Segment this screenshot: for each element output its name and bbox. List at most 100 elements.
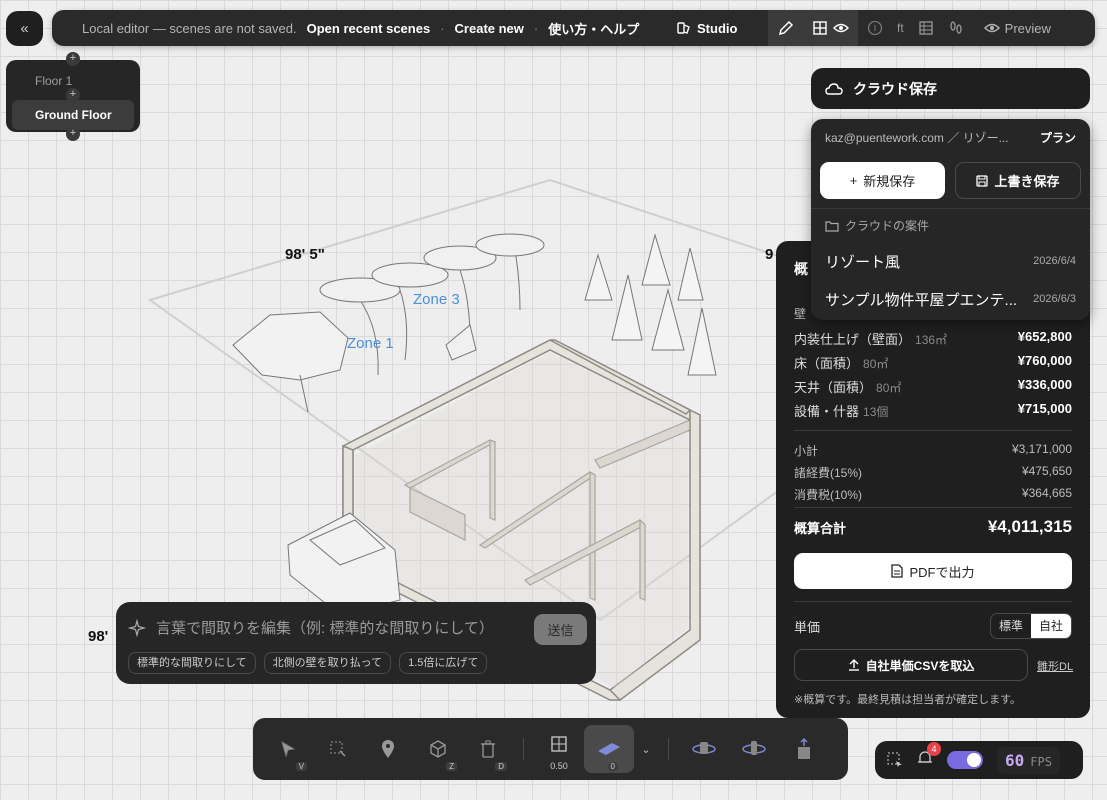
open-recent-scenes-link[interactable]: Open recent scenes xyxy=(307,21,431,36)
map-pin-icon xyxy=(382,740,394,758)
estimate-row: 天井（面積） 80㎡ ¥336,000 xyxy=(794,377,1072,396)
grid-icon xyxy=(551,736,567,752)
create-new-link[interactable]: Create new xyxy=(455,21,524,36)
add-floor-button[interactable]: + xyxy=(66,127,80,141)
folder-icon xyxy=(825,220,839,232)
cloud-project-item[interactable]: サンプル物件平屋プエンテ... 2026/6/3 xyxy=(811,280,1090,318)
estimate-title: 概 xyxy=(794,261,808,277)
estimate-row-qty: 80㎡ xyxy=(863,357,889,371)
template-download-link[interactable]: 雛形DL xyxy=(1037,658,1073,674)
zone-label[interactable]: Zone 1 xyxy=(347,335,394,352)
estimate-row-qty: 13個 xyxy=(863,405,889,419)
tax-label: 消費税(10%) xyxy=(794,488,863,502)
top-bar: Local editor — scenes are not saved. Ope… xyxy=(52,10,1095,46)
estimate-row-value: ¥652,800 xyxy=(1017,329,1072,344)
cloud-project-item[interactable]: リゾート風 2026/6/4 xyxy=(811,242,1090,280)
project-name: リゾート風 xyxy=(825,253,901,271)
eye-icon xyxy=(983,23,1000,33)
new-save-button[interactable]: + 新規保存 xyxy=(820,162,945,199)
unit-toggle-ft[interactable]: ft xyxy=(897,21,904,35)
send-button[interactable]: 送信 xyxy=(534,614,587,645)
add-floor-button[interactable]: + xyxy=(66,52,80,66)
studio-label: Studio xyxy=(697,20,738,36)
total-label: 概算合計 xyxy=(794,520,847,536)
separator-dot: · xyxy=(440,20,445,36)
grid-size-value: 0.50 xyxy=(550,761,568,771)
overhead-value: ¥475,650 xyxy=(1021,464,1072,478)
floor-count-badge: 0 xyxy=(607,762,618,771)
toolbar-divider xyxy=(523,738,524,760)
estimate-row-qty: 136㎡ xyxy=(915,333,948,347)
total-value: ¥4,011,315 xyxy=(987,517,1072,536)
grid-eye-toggle[interactable] xyxy=(813,21,849,35)
dimension-label: 98' 5" xyxy=(285,246,325,263)
divider xyxy=(794,601,1072,602)
prompt-input[interactable]: 言葉で間取りを編集（例: 標準的な間取りにして） xyxy=(128,617,528,638)
unit-price-label: 単価 xyxy=(794,619,821,635)
suggestion-chip[interactable]: 北側の壁を取り払って xyxy=(263,652,392,674)
save-icon xyxy=(976,174,989,187)
subtotal-row: 小計 ¥3,171,000 xyxy=(794,442,1072,459)
footprints-icon[interactable] xyxy=(948,20,964,36)
cloud-projects-heading: クラウドの案件 xyxy=(845,219,930,233)
building-icon[interactable] xyxy=(918,20,934,36)
tool-options-dropdown[interactable]: ⌄ xyxy=(634,725,658,773)
circle-info-icon[interactable] xyxy=(867,20,883,36)
tax-value: ¥364,665 xyxy=(1021,486,1072,500)
suggestion-chip[interactable]: 標準的な間取りにして xyxy=(128,652,256,674)
right-tools: ft Preview xyxy=(867,10,1051,46)
fps-label: FPS xyxy=(1030,754,1052,769)
unit-option-standard[interactable]: 標準 xyxy=(991,614,1031,638)
help-link[interactable]: 使い方・ヘルプ xyxy=(548,19,639,38)
grid-size-tool[interactable]: 0.50 xyxy=(534,725,584,773)
subtotal-label: 小計 xyxy=(794,444,819,458)
document-icon xyxy=(891,564,904,578)
bottom-toolbar: V Z D 0.50 0 ⌄ xyxy=(253,718,848,780)
sparkle-icon xyxy=(128,618,146,637)
fps-counter: 60 FPS xyxy=(997,746,1060,774)
view-mode-group xyxy=(768,10,858,46)
unit-price-toggle: 標準 自社 xyxy=(989,613,1072,639)
box-tool[interactable]: Z xyxy=(413,725,463,773)
overhead-label: 諸経費(15%) xyxy=(794,466,863,480)
marquee-tool[interactable] xyxy=(313,725,363,773)
rotate-tool[interactable] xyxy=(729,725,779,773)
estimate-row-label: 設備・什器 xyxy=(794,404,860,419)
unit-price-row: 単価 標準 自社 xyxy=(794,613,1072,639)
estimate-row-qty: 80㎡ xyxy=(876,381,902,395)
elevate-tool[interactable] xyxy=(779,725,829,773)
chevron-down-icon: ⌄ xyxy=(641,743,651,756)
add-floor-button[interactable]: + xyxy=(66,88,80,102)
pencil-icon[interactable] xyxy=(777,19,795,37)
export-pdf-button[interactable]: PDFで出力 xyxy=(794,553,1072,589)
floor-item-selected[interactable]: Ground Floor xyxy=(12,100,134,130)
plan-link[interactable]: プラン xyxy=(1040,129,1076,146)
separator-dot: · xyxy=(533,20,539,36)
project-date: 2026/6/3 xyxy=(1033,293,1076,305)
mode-toggle[interactable] xyxy=(947,751,983,769)
import-csv-button[interactable]: 自社単価CSVを取込 xyxy=(794,649,1028,681)
collapse-sidebar-button[interactable]: « xyxy=(6,11,43,46)
preview-button[interactable]: Preview xyxy=(983,21,1051,36)
delete-tool[interactable]: D xyxy=(463,725,513,773)
estimate-note: ※概算です。最終見積は担当者が確定します。 xyxy=(794,694,1022,706)
select-tool[interactable]: V xyxy=(263,725,313,773)
zone-label[interactable]: Zone 3 xyxy=(413,291,460,308)
cloud-save-header[interactable]: クラウド保存 xyxy=(811,68,1090,109)
overwrite-save-button[interactable]: 上書き保存 xyxy=(955,162,1081,199)
pin-tool[interactable] xyxy=(363,725,413,773)
cloud-save-title: クラウド保存 xyxy=(853,80,937,97)
suggestion-chip[interactable]: 1.5倍に広げて xyxy=(399,652,488,674)
rotate-icon xyxy=(742,741,766,755)
studio-button[interactable]: Studio xyxy=(677,10,737,46)
floor-tool[interactable]: 0 xyxy=(584,725,634,773)
cloud-save-popover: kaz@puentework.com ／ リゾー... プラン + 新規保存 上… xyxy=(811,119,1090,320)
user-account: kaz@puentework.com ／ リゾー... xyxy=(825,131,1009,145)
cloud-icon xyxy=(825,82,843,95)
orbit-tool[interactable] xyxy=(679,725,729,773)
ai-prompt-panel: 言葉で間取りを編集（例: 標準的な間取りにして） 送信 標準的な間取りにして 北… xyxy=(116,602,596,684)
shortcut-key: Z xyxy=(446,762,457,771)
select-box-icon[interactable] xyxy=(887,752,903,768)
unit-option-company[interactable]: 自社 xyxy=(1030,614,1071,638)
notifications-button[interactable]: 4 xyxy=(917,741,941,771)
